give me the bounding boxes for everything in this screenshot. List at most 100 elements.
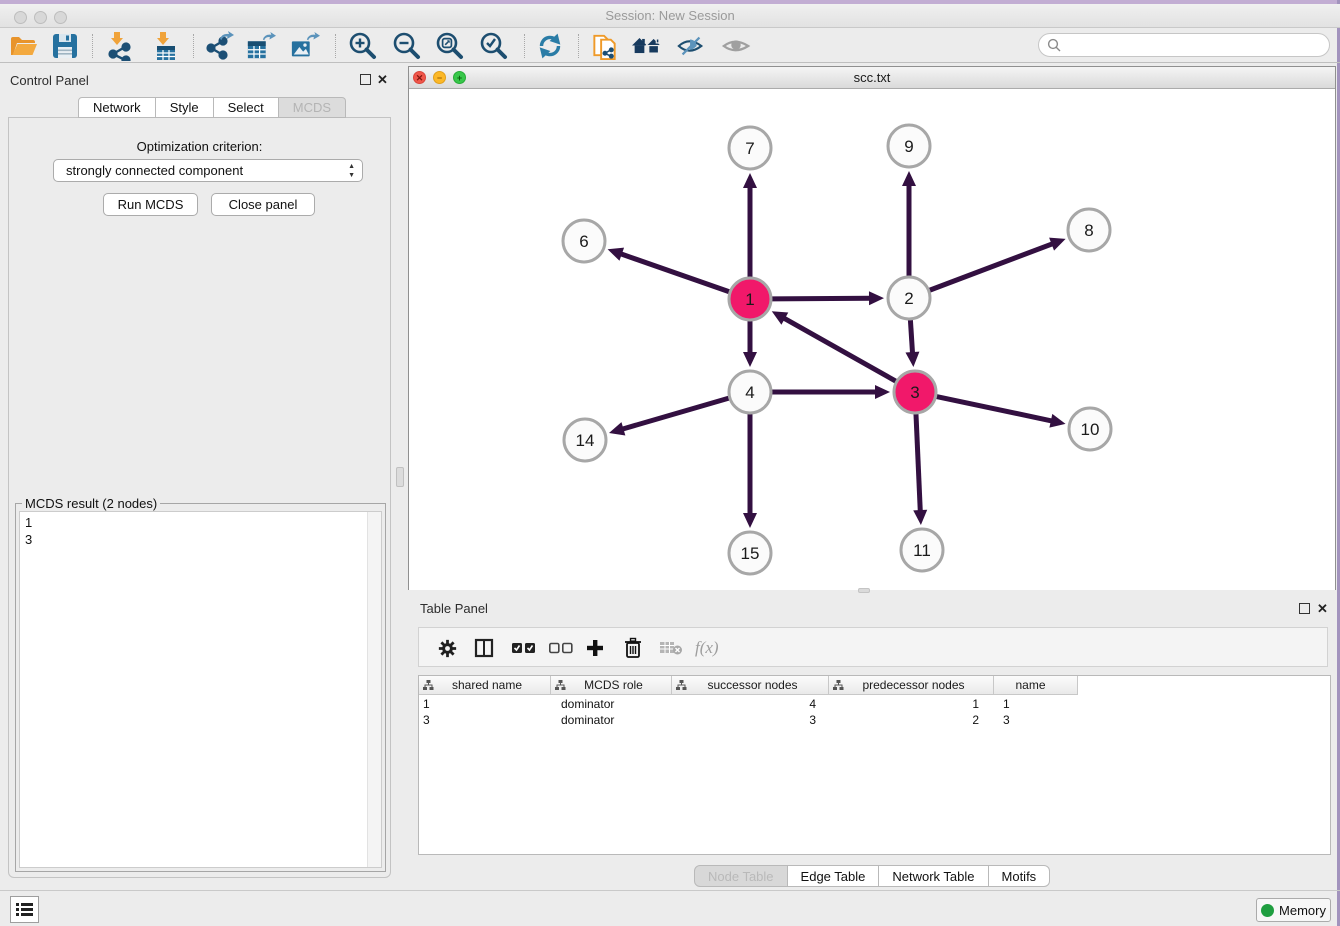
zoom-out-icon[interactable] — [391, 31, 421, 61]
zoom-traffic-light[interactable] — [54, 11, 67, 24]
show-all-icon[interactable] — [721, 31, 751, 61]
export-network-icon[interactable] — [204, 31, 234, 61]
mcds-result-title: MCDS result (2 nodes) — [22, 496, 160, 511]
edge-arrow-4-14 — [609, 422, 625, 435]
deselect-all-columns-icon[interactable] — [549, 633, 573, 663]
network-minimize-icon[interactable]: − — [433, 71, 446, 84]
edge-2-3[interactable] — [910, 320, 912, 354]
import-table-icon[interactable] — [150, 31, 180, 61]
refresh-icon[interactable] — [535, 31, 565, 61]
titlebar[interactable]: Session: New Session — [0, 4, 1340, 28]
control-tab-select[interactable]: Select — [214, 97, 279, 118]
clone-network-icon[interactable] — [590, 31, 620, 61]
close-traffic-light[interactable] — [14, 11, 27, 24]
node-label-1: 1 — [745, 290, 754, 309]
table-tab-node-table[interactable]: Node Table — [694, 865, 788, 887]
function-builder-icon: f(x) — [695, 633, 719, 663]
horizontal-splitter[interactable] — [858, 588, 870, 593]
control-tab-network[interactable]: Network — [78, 97, 156, 118]
column-header-MCDS-role[interactable]: MCDS role — [551, 676, 672, 695]
hide-selected-icon[interactable] — [676, 31, 706, 61]
mcds-result-group: MCDS result (2 nodes) 13 — [15, 503, 386, 872]
edge-arrow-4-3 — [875, 385, 890, 399]
memory-button[interactable]: Memory — [1256, 898, 1331, 922]
edge-3-10[interactable] — [937, 397, 1053, 422]
edge-1-2[interactable] — [772, 298, 871, 299]
cell-name: 1 — [994, 696, 1078, 712]
table-float-icon[interactable] — [1299, 603, 1310, 614]
table-panel-title: Table Panel — [420, 601, 488, 616]
cell-successor-nodes: 4 — [672, 696, 829, 712]
network-window: ✕ − + scc.txt 7968124314101511 — [408, 66, 1336, 590]
table-panel: Table Panel ✕ f(x) shared nameMCDS roles… — [408, 596, 1336, 886]
network-canvas[interactable]: 7968124314101511 — [409, 90, 1335, 590]
control-tab-style[interactable]: Style — [156, 97, 214, 118]
minimize-traffic-light[interactable] — [34, 11, 47, 24]
control-panel-title: Control Panel — [10, 73, 89, 88]
cell-successor-nodes: 3 — [672, 712, 829, 728]
edge-3-11[interactable] — [916, 414, 920, 512]
search-input[interactable] — [1038, 33, 1330, 57]
edge-2-8[interactable] — [930, 243, 1054, 290]
mcds-result-text[interactable]: 13 — [19, 511, 382, 868]
zoom-fit-icon[interactable] — [434, 31, 464, 61]
column-panel-icon[interactable] — [474, 633, 494, 663]
float-panel-icon[interactable] — [360, 74, 371, 85]
cell-MCDS-role: dominator — [551, 696, 672, 712]
node-label-10: 10 — [1081, 420, 1100, 439]
table-header-row: shared nameMCDS rolesuccessor nodesprede… — [419, 676, 1078, 695]
node-label-6: 6 — [579, 232, 588, 251]
list-icon — [16, 902, 33, 917]
import-network-icon[interactable] — [104, 31, 134, 61]
network-close-icon[interactable]: ✕ — [413, 71, 426, 84]
close-panel-button[interactable]: Close panel — [211, 193, 315, 216]
table-row[interactable]: 1dominator411 — [419, 696, 1078, 712]
table-tab-network-table[interactable]: Network Table — [879, 865, 988, 887]
open-file-icon[interactable] — [8, 31, 38, 61]
zoom-in-icon[interactable] — [347, 31, 377, 61]
cell-predecessor-nodes: 1 — [829, 696, 994, 712]
dropdown-stepper-icon: ▲▼ — [348, 162, 355, 180]
table-tab-edge-table[interactable]: Edge Table — [788, 865, 880, 887]
column-header-predecessor-nodes[interactable]: predecessor nodes — [829, 676, 994, 695]
add-column-icon[interactable] — [585, 633, 605, 663]
task-history-button[interactable] — [10, 896, 39, 923]
edge-1-6[interactable] — [620, 254, 729, 292]
home-view-icon[interactable] — [632, 31, 662, 61]
node-label-9: 9 — [904, 137, 913, 156]
table-settings-icon[interactable] — [438, 633, 457, 663]
node-label-2: 2 — [904, 289, 913, 308]
edge-arrow-2-8 — [1049, 238, 1066, 251]
select-all-columns-icon[interactable] — [512, 633, 536, 663]
export-image-icon[interactable] — [290, 31, 320, 61]
table-close-icon[interactable]: ✕ — [1317, 601, 1328, 617]
mcds-result-line: 3 — [25, 531, 376, 548]
optimization-label: Optimization criterion: — [9, 139, 390, 154]
close-panel-icon[interactable]: ✕ — [377, 72, 388, 88]
network-zoom-icon[interactable]: + — [453, 71, 466, 84]
column-header-shared-name[interactable]: shared name — [419, 676, 551, 695]
delete-column-icon[interactable] — [623, 633, 643, 663]
table-toolbar: f(x) — [418, 627, 1328, 667]
mcds-result-scrollbar[interactable] — [367, 512, 381, 867]
save-session-icon[interactable] — [50, 31, 80, 61]
edge-arrow-3-10 — [1049, 414, 1065, 428]
edge-4-14[interactable] — [621, 398, 728, 429]
vertical-splitter[interactable] — [396, 467, 404, 487]
table-tab-motifs[interactable]: Motifs — [989, 865, 1051, 887]
cell-shared-name: 1 — [419, 696, 551, 712]
node-label-11: 11 — [913, 541, 931, 560]
optimization-dropdown[interactable]: strongly connected component ▲▼ — [53, 159, 363, 182]
zoom-selected-icon[interactable] — [478, 31, 508, 61]
cell-MCDS-role: dominator — [551, 712, 672, 728]
node-label-14: 14 — [576, 431, 595, 450]
table-row[interactable]: 3dominator323 — [419, 712, 1078, 728]
export-table-icon[interactable] — [246, 31, 276, 61]
column-header-successor-nodes[interactable]: successor nodes — [672, 676, 829, 695]
network-window-titlebar[interactable]: ✕ − + scc.txt — [409, 67, 1335, 89]
column-header-name[interactable]: name — [994, 676, 1078, 695]
control-tab-mcds[interactable]: MCDS — [279, 97, 346, 118]
edge-arrow-4-15 — [743, 513, 757, 528]
run-mcds-button[interactable]: Run MCDS — [103, 193, 198, 216]
edge-3-1[interactable] — [783, 318, 896, 382]
